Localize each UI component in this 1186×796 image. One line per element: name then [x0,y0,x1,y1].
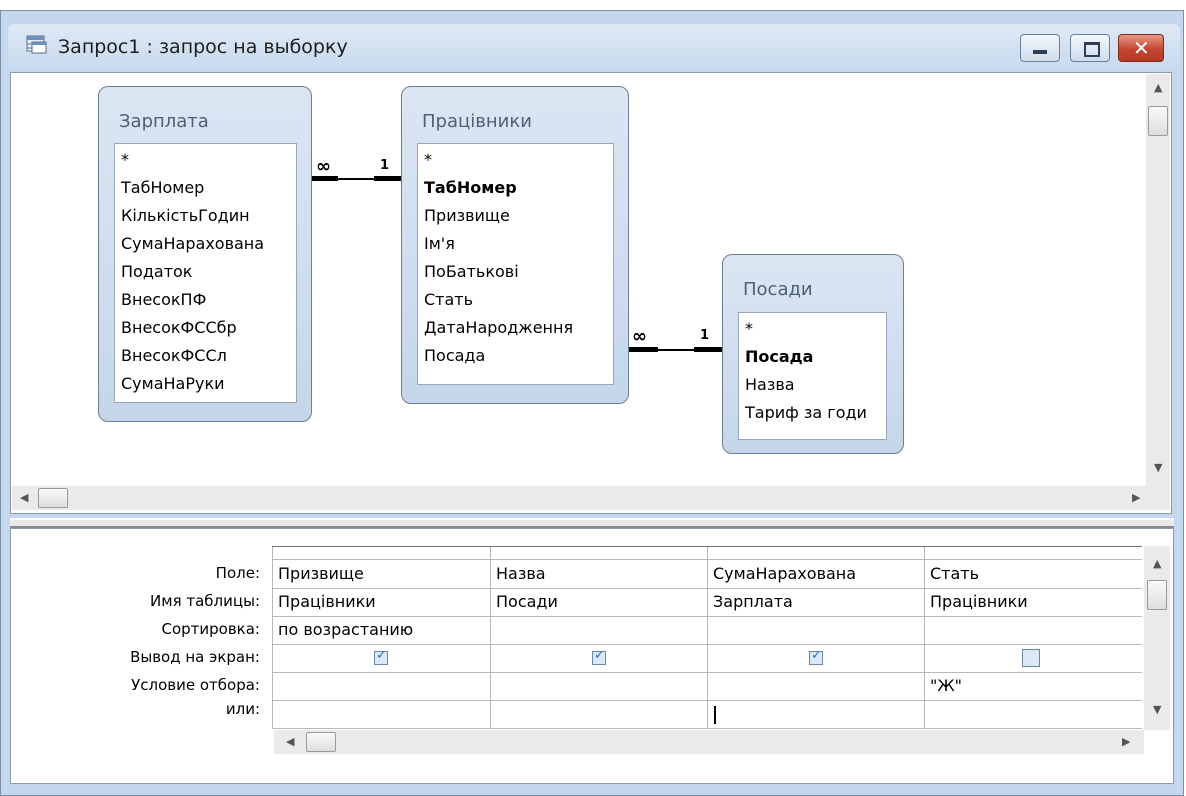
row-label-field: Поле: [215,564,260,582]
restore-icon [1084,42,1100,57]
key-field-item[interactable]: Посада [745,347,813,366]
design-horizontal-scrollbar[interactable]: ◀ ▶ [12,486,1146,510]
scroll-down-icon[interactable]: ▼ [1153,704,1161,715]
field-item[interactable]: Призвище [424,206,510,225]
field-item[interactable]: ВнесокФССл [121,346,227,365]
row-label-criteria: Условие отбора: [131,676,260,694]
show-checkbox[interactable] [592,648,606,665]
scroll-thumb[interactable] [306,732,336,752]
scroll-thumb[interactable] [1148,106,1168,136]
scroll-right-icon[interactable]: ▶ [1132,492,1140,503]
grid-criteria-cell[interactable]: "Ж" [930,676,962,695]
scroll-up-icon[interactable]: ▲ [1154,82,1162,93]
table-zarplata[interactable]: Зарплата * ТабНомер КількістьГодин СумаН… [98,86,312,422]
field-list[interactable]: * Посада Назва Тариф за годи [738,312,887,440]
grid-table-cell[interactable]: Працівники [278,592,376,611]
relation-many-label: ∞ [316,156,331,177]
close-button[interactable]: ✕ [1118,34,1164,62]
scroll-thumb[interactable] [38,488,68,508]
grid-line [272,644,1142,645]
table-title: Посади [743,279,813,300]
grid-field-cell[interactable]: Стать [930,564,979,583]
grid-line [272,616,1142,617]
relation-one-label: 1 [380,158,390,173]
grid-line [272,728,1142,729]
grid-line [272,672,1142,673]
grid-table-cell[interactable]: Зарплата [713,592,793,611]
table-posady[interactable]: Посади * Посада Назва Тариф за годи [722,254,904,454]
field-item[interactable]: Посада [424,346,485,365]
grid-table-cell[interactable]: Працівники [930,592,1028,611]
field-item[interactable]: Назва [745,375,795,394]
scroll-right-icon[interactable]: ▶ [1122,736,1130,747]
grid-sort-cell[interactable]: по возрастанию [278,620,413,639]
field-item[interactable]: * [745,319,753,338]
close-icon: ✕ [1133,36,1150,60]
field-item[interactable]: СумаНарахована [121,234,264,253]
grid-line [272,546,1142,547]
field-item[interactable]: ДатаНародження [424,318,573,337]
field-item[interactable]: ВнесокФССбр [121,318,237,337]
field-item[interactable]: СумаНаРуки [121,374,225,393]
field-item[interactable]: * [424,150,432,169]
text-cursor [714,706,716,724]
relation-line [374,176,401,181]
table-pratsivnyky[interactable]: Працівники * ТабНомер Призвище Ім'я ПоБа… [401,86,629,404]
grid-line [272,700,1142,701]
scroll-thumb[interactable] [1147,580,1167,610]
grid-vertical-scrollbar[interactable]: ▲ ▼ [1144,546,1170,730]
design-vertical-scrollbar[interactable]: ▲ ▼ [1146,74,1170,490]
scroll-up-icon[interactable]: ▲ [1153,558,1161,569]
field-item[interactable]: Ім'я [424,234,455,253]
table-title: Зарплата [119,111,209,132]
query-icon [26,35,47,54]
scroll-left-icon[interactable]: ◀ [20,492,28,503]
row-label-table: Имя таблицы: [150,592,260,610]
row-label-sort: Сортировка: [161,620,260,638]
grid-line [272,559,1142,560]
grid-horizontal-scrollbar[interactable]: ◀ ▶ [274,730,1144,754]
relation-line [629,347,658,352]
field-item[interactable]: ТабНомер [121,178,204,197]
row-label-show: Вывод на экран: [130,648,260,666]
row-label-or: или: [225,700,260,718]
field-list[interactable]: * ТабНомер КількістьГодин СумаНарахована… [114,143,297,403]
show-checkbox[interactable] [1022,649,1040,667]
grid-table-cell[interactable]: Посади [496,592,558,611]
relation-many-label: ∞ [632,326,647,347]
relation-line [658,349,694,351]
field-item[interactable]: Податок [121,262,192,281]
field-item[interactable]: ВнесокПФ [121,290,206,309]
scroll-corner [1146,486,1170,510]
minimize-button[interactable] [1020,34,1060,62]
grid-field-cell[interactable]: Призвище [278,564,364,583]
scroll-down-icon[interactable]: ▼ [1154,462,1162,473]
minimize-icon [1033,50,1047,54]
scroll-left-icon[interactable]: ◀ [286,736,294,747]
relation-one-label: 1 [700,328,710,343]
grid-field-cell[interactable]: Назва [496,564,546,583]
field-list[interactable]: * ТабНомер Призвище Ім'я ПоБатькові Стат… [417,143,614,385]
window-title: Запрос1 : запрос на выборку [58,36,348,58]
grid-line [272,588,1142,589]
maximize-button[interactable] [1070,34,1110,62]
table-title: Працівники [422,111,532,132]
relation-line [694,347,722,352]
field-item[interactable]: Стать [424,290,473,309]
show-checkbox[interactable] [809,648,823,665]
field-item[interactable]: КількістьГодин [121,206,250,225]
field-item[interactable]: * [121,150,129,169]
relation-line [338,178,374,180]
field-item[interactable]: ПоБатькові [424,262,519,281]
key-field-item[interactable]: ТабНомер [424,178,517,197]
field-item[interactable]: Тариф за годи [745,403,867,422]
show-checkbox[interactable] [374,648,388,665]
pane-splitter[interactable] [10,518,1174,528]
grid-field-cell[interactable]: СумаНарахована [713,564,856,583]
